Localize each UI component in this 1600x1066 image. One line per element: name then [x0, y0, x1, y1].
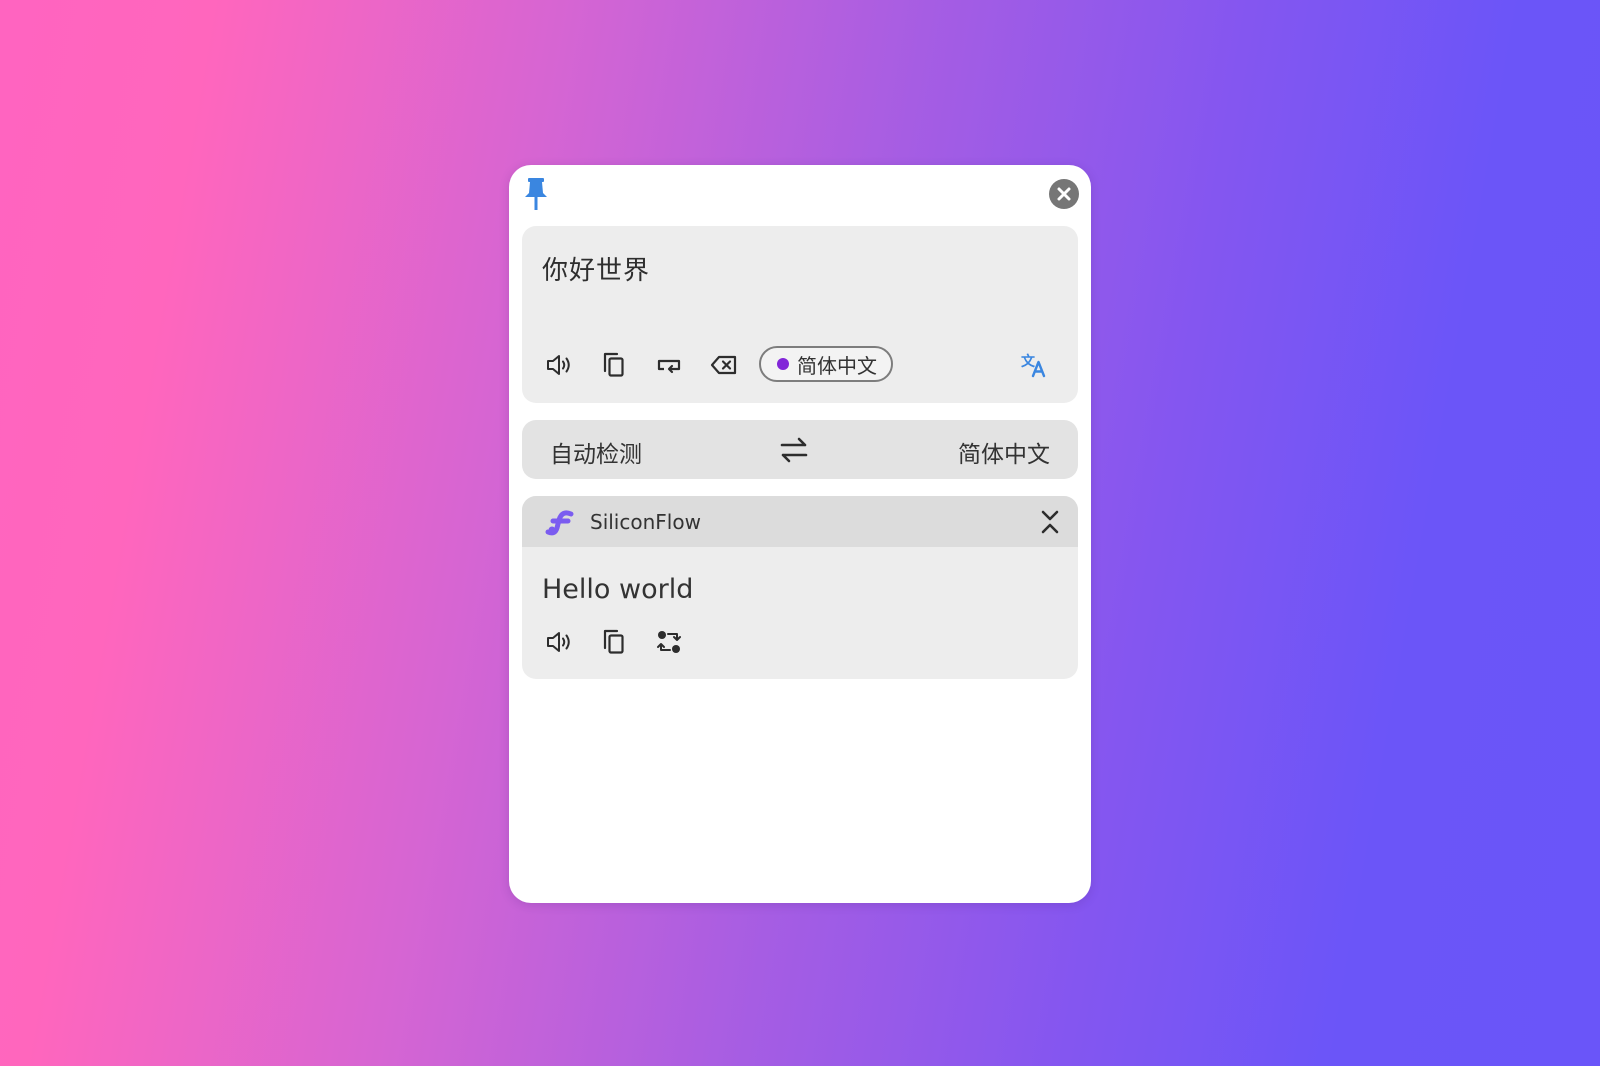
- copy-icon[interactable]: [597, 348, 631, 382]
- translator-window: 你好世界 简体中文 文 自动检测 简体中文 SiliconFlow Hello …: [509, 165, 1091, 903]
- close-icon[interactable]: [1049, 179, 1079, 209]
- svg-text:文: 文: [1021, 353, 1036, 370]
- copy-icon[interactable]: [597, 625, 631, 659]
- translation-result-card: SiliconFlow Hello world: [522, 496, 1078, 679]
- retranslate-icon[interactable]: [652, 625, 686, 659]
- source-text[interactable]: 你好世界: [542, 250, 650, 287]
- translated-text: Hello world: [542, 574, 694, 605]
- result-header[interactable]: SiliconFlow: [522, 496, 1078, 547]
- line-break-icon[interactable]: [652, 348, 686, 382]
- engine-name: SiliconFlow: [590, 510, 701, 534]
- collapse-icon[interactable]: [1036, 507, 1064, 537]
- swap-arrows-icon[interactable]: [778, 434, 810, 466]
- source-language-select[interactable]: 自动检测: [550, 435, 642, 469]
- speaker-icon[interactable]: [542, 625, 576, 659]
- target-language-select[interactable]: 简体中文: [958, 435, 1050, 469]
- speaker-icon[interactable]: [542, 348, 576, 382]
- pin-icon[interactable]: [522, 176, 550, 212]
- source-input-card[interactable]: 你好世界 简体中文 文: [522, 226, 1078, 403]
- language-dot: [777, 358, 789, 370]
- detected-language-badge[interactable]: 简体中文: [759, 346, 893, 382]
- backspace-clear-icon[interactable]: [707, 348, 741, 382]
- siliconflow-logo-icon: [544, 506, 576, 538]
- translate-icon[interactable]: 文: [1017, 348, 1051, 382]
- language-selector-bar: 自动检测 简体中文: [522, 420, 1078, 479]
- detected-language-label: 简体中文: [797, 353, 877, 378]
